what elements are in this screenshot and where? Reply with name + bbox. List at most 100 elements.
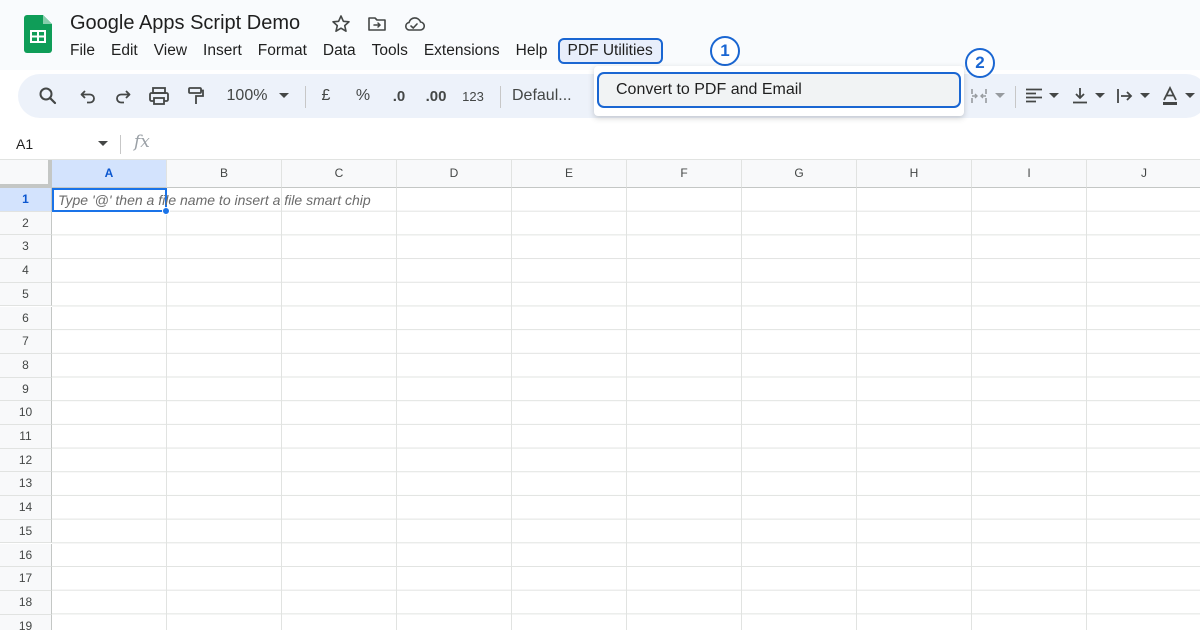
row-header-19[interactable]: 19	[0, 614, 52, 630]
formula-divider	[120, 135, 121, 154]
row-header-16[interactable]: 16	[0, 543, 52, 568]
zoom-value: 100%	[226, 87, 268, 104]
menu-extensions[interactable]: Extensions	[416, 38, 508, 64]
chevron-down-icon	[1140, 93, 1150, 98]
menu-tools[interactable]: Tools	[364, 38, 416, 64]
menu-data[interactable]: Data	[315, 38, 364, 64]
name-box[interactable]: A1	[16, 128, 33, 160]
column-header-e[interactable]: E	[512, 160, 627, 188]
text-color-dropdown[interactable]	[1184, 74, 1196, 118]
zoom-select[interactable]: 100%	[221, 74, 273, 118]
row-header-8[interactable]: 8	[0, 353, 52, 378]
decrease-decimal-button[interactable]: .0	[386, 74, 412, 118]
horizontal-align-button[interactable]	[1023, 74, 1045, 118]
row-header-15[interactable]: 15	[0, 519, 52, 544]
row-header-14[interactable]: 14	[0, 496, 52, 520]
star-icon[interactable]	[331, 14, 351, 34]
menu-file[interactable]: File	[62, 38, 103, 64]
chevron-down-icon	[995, 93, 1005, 98]
vertical-align-dropdown[interactable]	[1094, 74, 1106, 118]
row-header-4[interactable]: 4	[0, 259, 52, 283]
text-color-icon	[1163, 86, 1177, 105]
horizontal-align-dropdown[interactable]	[1048, 74, 1060, 118]
column-header-g[interactable]: G	[742, 160, 857, 188]
menu-bar: File Edit View Insert Format Data Tools …	[62, 38, 663, 64]
row-header-6[interactable]: 6	[0, 306, 52, 331]
print-icon	[149, 87, 169, 105]
row-header-12[interactable]: 12	[0, 448, 52, 473]
font-select[interactable]: Defaul...	[512, 74, 582, 118]
zoom-dropdown[interactable]	[276, 74, 292, 118]
number-format-label: 123	[462, 88, 484, 104]
column-header-f[interactable]: F	[627, 160, 742, 188]
menu-pdf-utilities[interactable]: PDF Utilities	[557, 38, 663, 64]
column-header-c[interactable]: C	[282, 160, 397, 188]
increase-decimal-label: .00	[425, 87, 447, 105]
text-color-button[interactable]	[1159, 74, 1181, 118]
vertical-align-icon	[1073, 88, 1087, 104]
menu-insert[interactable]: Insert	[195, 38, 250, 64]
step-2-callout: 2	[965, 48, 995, 78]
merge-dropdown[interactable]	[994, 74, 1006, 118]
smart-chip-hint: Type '@' then a file name to insert a fi…	[58, 192, 371, 208]
text-wrapping-button[interactable]	[1114, 74, 1136, 118]
document-title[interactable]: Google Apps Script Demo	[70, 11, 300, 35]
search-icon	[39, 87, 57, 105]
toolbar-divider	[1015, 86, 1016, 108]
increase-decimal-button[interactable]: .00	[422, 74, 450, 118]
percent-format-button[interactable]: %	[352, 74, 374, 118]
row-header-17[interactable]: 17	[0, 567, 52, 591]
app-header: Google Apps Script Demo File Edit View I…	[0, 0, 1200, 70]
menu-view[interactable]: View	[146, 38, 195, 64]
row-header-11[interactable]: 11	[0, 425, 52, 449]
merge-cells-icon	[971, 89, 987, 103]
undo-button[interactable]	[76, 74, 100, 118]
search-menus-button[interactable]	[36, 74, 60, 118]
column-header-h[interactable]: H	[857, 160, 972, 188]
chevron-down-icon	[279, 93, 289, 98]
chevron-down-icon[interactable]	[98, 141, 108, 147]
row-header-18[interactable]: 18	[0, 590, 52, 615]
sheets-logo-icon[interactable]	[24, 15, 52, 53]
vertical-align-button[interactable]	[1069, 74, 1091, 118]
redo-button[interactable]	[111, 74, 135, 118]
menu-help[interactable]: Help	[508, 38, 556, 64]
number-format-button[interactable]: 123	[458, 74, 488, 118]
row-header-5[interactable]: 5	[0, 282, 52, 307]
row-header-1[interactable]: 1	[0, 188, 52, 212]
paint-format-icon	[188, 87, 204, 104]
chevron-down-icon	[1095, 93, 1105, 98]
step-1-callout: 1	[710, 36, 740, 66]
column-header-d[interactable]: D	[397, 160, 512, 188]
formula-bar: A1 fx	[0, 128, 1200, 160]
currency-label: £	[321, 87, 331, 104]
currency-format-button[interactable]: £	[316, 74, 336, 118]
text-wrapping-dropdown[interactable]	[1139, 74, 1151, 118]
chevron-down-icon	[1185, 93, 1195, 98]
merge-cells-button[interactable]	[968, 74, 990, 118]
row-header-9[interactable]: 9	[0, 377, 52, 402]
column-header-a[interactable]: A	[52, 160, 167, 188]
select-all-corner[interactable]	[0, 160, 52, 188]
fx-icon: fx	[134, 132, 150, 152]
print-button[interactable]	[146, 74, 172, 118]
column-header-i[interactable]: I	[972, 160, 1087, 188]
row-header-3[interactable]: 3	[0, 235, 52, 260]
toolbar-divider	[500, 86, 501, 108]
toolbar-divider	[305, 86, 306, 108]
row-header-7[interactable]: 7	[0, 330, 52, 354]
row-header-10[interactable]: 10	[0, 401, 52, 425]
menu-edit[interactable]: Edit	[103, 38, 146, 64]
convert-to-pdf-email-item[interactable]: Convert to PDF and Email	[597, 72, 961, 108]
cell-area[interactable]	[52, 188, 1200, 630]
paint-format-button[interactable]	[184, 74, 208, 118]
move-folder-icon[interactable]	[367, 14, 387, 34]
row-header-13[interactable]: 13	[0, 472, 52, 497]
cloud-saved-icon[interactable]	[403, 14, 425, 34]
menu-format[interactable]: Format	[250, 38, 315, 64]
redo-icon	[116, 90, 131, 104]
chevron-down-icon	[1049, 93, 1059, 98]
column-header-b[interactable]: B	[167, 160, 282, 188]
row-header-2[interactable]: 2	[0, 211, 52, 236]
column-header-j[interactable]: J	[1087, 160, 1200, 188]
